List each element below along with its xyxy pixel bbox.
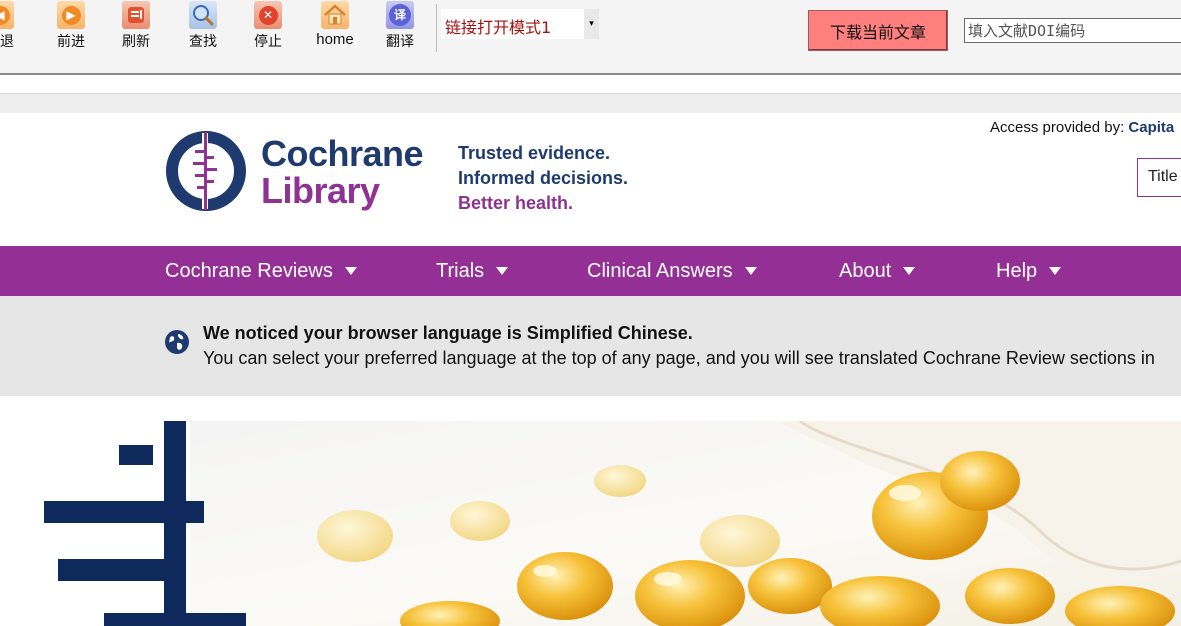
nav-item-about[interactable]: About — [839, 246, 916, 296]
logo-wordmark-library[interactable]: Library — [261, 170, 380, 212]
link-open-mode-select[interactable]: 链接打开模式1 ▾ — [441, 9, 599, 39]
site-header: Cochrane Library Trusted evidence. Infor… — [0, 113, 1181, 246]
nav-item-label: Help — [996, 259, 1038, 282]
find-label: 查找 — [189, 34, 217, 50]
cochrane-logo-icon[interactable] — [165, 130, 247, 216]
download-article-button[interactable]: 下载当前文章 — [808, 10, 948, 51]
tagline-line-1: Trusted evidence. — [458, 143, 611, 163]
home-button[interactable]: home — [309, 0, 361, 60]
forward-label: 前进 — [57, 34, 85, 50]
caret-down-icon — [344, 267, 357, 275]
nav-item-trials[interactable]: Trials — [436, 246, 509, 296]
stop-button[interactable]: ✕ 停止 — [242, 0, 294, 60]
find-button[interactable]: 查找 — [177, 0, 229, 60]
toolbar-bottom-strip — [0, 75, 1181, 94]
access-label: Access provided by: — [990, 119, 1125, 136]
chevron-down-icon[interactable]: ▾ — [584, 9, 599, 39]
home-icon — [321, 1, 349, 29]
language-notice-title: We noticed your browser language is Simp… — [203, 323, 693, 343]
caret-down-icon — [1049, 267, 1062, 275]
main-nav: Cochrane Reviews Trials Clinical Answers… — [0, 246, 1181, 296]
nav-item-label: Clinical Answers — [587, 259, 733, 282]
nav-item-help[interactable]: Help — [996, 246, 1062, 296]
translate-icon: 译 — [386, 1, 414, 29]
tagline-line-3: Better health. — [458, 193, 574, 213]
back-arrow-icon: ◀ — [0, 1, 14, 29]
forward-button[interactable]: ▶ 前进 — [45, 0, 97, 60]
tagline-line-2: Informed decisions. — [458, 168, 629, 188]
caret-down-icon — [903, 267, 916, 275]
nav-item-label: Trials — [436, 259, 485, 282]
access-provided-by: Access provided by: Capita — [990, 119, 1174, 136]
hero-capsules-image — [0, 421, 1181, 626]
nav-item-clinical-answers[interactable]: Clinical Answers — [587, 246, 757, 296]
link-open-mode-value: 链接打开模式1 — [445, 18, 552, 37]
refresh-button[interactable]: 刷新 — [110, 0, 162, 60]
language-notice-banner: We noticed your browser language is Simp… — [0, 296, 1181, 396]
home-label: home — [316, 31, 354, 48]
page-top-band — [0, 94, 1181, 113]
doi-input[interactable] — [964, 18, 1181, 43]
nav-item-label: Cochrane Reviews — [165, 259, 333, 282]
stop-icon: ✕ — [254, 1, 282, 29]
refresh-icon — [122, 1, 150, 29]
translate-label: 翻译 — [386, 34, 414, 50]
hero-image — [0, 421, 1181, 626]
toolbar-separator — [436, 4, 437, 52]
search-scope-select[interactable]: Title — [1137, 158, 1181, 197]
language-notice-body: You can select your preferred language a… — [203, 348, 1155, 368]
nav-item-cochrane-reviews[interactable]: Cochrane Reviews — [165, 246, 357, 296]
nav-item-label: About — [839, 259, 892, 282]
stop-label: 停止 — [254, 34, 282, 50]
caret-down-icon — [496, 267, 509, 275]
caret-down-icon — [744, 267, 757, 275]
access-institution: Capita — [1128, 119, 1175, 136]
translate-button[interactable]: 译 翻译 — [374, 0, 426, 60]
forward-arrow-icon: ▶ — [57, 1, 85, 29]
back-button[interactable]: ◀ 后退 — [0, 0, 26, 60]
globe-icon — [164, 329, 190, 359]
logo-wordmark-cochrane[interactable]: Cochrane — [261, 133, 424, 175]
browser-toolbar: ◀ 后退 ▶ 前进 刷新 查找 ✕ 停止 home 译 翻译 链接打开模式1 ▾… — [0, 0, 1181, 75]
back-label: 后退 — [0, 34, 14, 50]
magnifier-icon — [189, 1, 217, 29]
refresh-label: 刷新 — [122, 34, 150, 50]
